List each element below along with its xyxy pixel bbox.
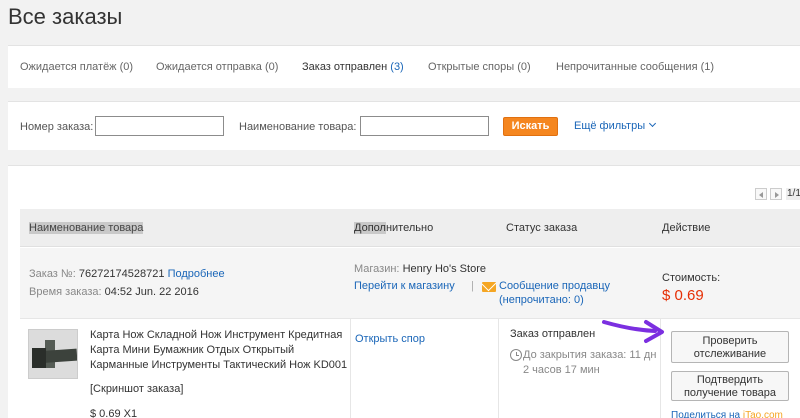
unread-suffix: ) (580, 294, 584, 306)
tab-count: (0) (119, 61, 134, 73)
orders-panel: 1/1 Наименование товара Дополнительно Ст… (8, 165, 800, 418)
unread-messages-count[interactable]: (непрочитано: 0) (499, 294, 584, 306)
product-name-input[interactable] (360, 116, 489, 136)
order-details-link[interactable]: Подробнее (168, 268, 225, 280)
open-dispute-link[interactable]: Открыть спор (355, 333, 425, 345)
table-header: Наименование товара Дополнительно Статус… (20, 209, 800, 247)
order-time-value: 04:52 Jun. 22 2016 (104, 286, 199, 298)
order-time: Время заказа: 04:52 Jun. 22 2016 (29, 286, 199, 298)
tab-count: (0) (264, 61, 279, 73)
order-number-input[interactable] (95, 116, 224, 136)
header-order-status: Статус заказа (506, 222, 578, 234)
product-name-label: Наименование товара: (239, 121, 357, 133)
order-number-label: Заказ №: (29, 268, 76, 280)
tab-shipped[interactable]: Заказ отправлен (3) (302, 61, 404, 73)
order-screenshot-link[interactable]: [Скриншот заказа] (90, 383, 183, 395)
track-shipment-button[interactable]: Проверить отслеживание (671, 331, 789, 363)
order-time-label: Время заказа: (29, 286, 102, 298)
mail-icon (482, 282, 496, 292)
tab-label: Ожидается платёж (20, 61, 117, 73)
store-info: Магазин: Henry Ho's Store (354, 263, 486, 275)
order-number-label: Номер заказа: (20, 121, 94, 133)
share-brand: iTao.com (742, 410, 783, 418)
header-additional-selected: Допол (354, 222, 386, 234)
page-title: Все заказы (8, 4, 123, 29)
more-filters-link[interactable]: Ещё фильтры (574, 119, 657, 132)
tab-label: Заказ отправлен (302, 61, 388, 73)
more-filters-label: Ещё фильтры (574, 120, 646, 132)
tab-label: Ожидается отправка (156, 61, 262, 73)
store-label: Магазин: (354, 263, 400, 275)
header-product-name: Наименование товара (29, 222, 144, 234)
tab-awaiting-shipment[interactable]: Ожидается отправка (0) (156, 61, 278, 73)
order-item-row: Карта Нож Складной Нож Инструмент Кредит… (20, 319, 800, 418)
tab-unread-messages[interactable]: Непрочитанные сообщения (1) (556, 61, 714, 73)
prev-page-icon[interactable] (755, 188, 767, 200)
page-indicator: 1/1 (786, 188, 800, 200)
share-link[interactable]: Поделиться на iTao.com (671, 410, 783, 418)
share-prefix: Поделиться на (671, 410, 743, 418)
confirm-receipt-button[interactable]: Подтвердить получение товара (671, 371, 789, 401)
order-number-value: 76272174528721 (78, 268, 165, 280)
tab-label: Открытые споры (428, 61, 515, 73)
go-to-store-link[interactable]: Перейти к магазину (354, 280, 455, 292)
tab-open-disputes[interactable]: Открытые споры (0) (428, 61, 531, 73)
message-seller-link[interactable]: Сообщение продавцу (499, 280, 610, 292)
order-cost: $ 0.69 (662, 287, 704, 304)
search-button[interactable]: Искать (503, 117, 558, 136)
store-name: Henry Ho's Store (402, 263, 486, 275)
tab-count: (1) (700, 61, 715, 73)
header-additional: Дополнительно (354, 222, 433, 234)
filter-panel: Номер заказа: Наименование товара: Искат… (8, 101, 800, 150)
order-status-tabs: Ожидается платёж (0) Ожидается отправка … (8, 45, 800, 88)
tab-count: (3) (390, 61, 404, 73)
order-status: Заказ отправлен (510, 328, 596, 340)
header-action: Действие (662, 222, 711, 234)
chevron-down-icon (649, 119, 657, 128)
tab-awaiting-payment[interactable]: Ожидается платёж (0) (20, 61, 133, 73)
cost-label: Стоимость: (662, 272, 721, 284)
clock-icon (510, 349, 522, 361)
closing-countdown: До закрытия заказа: 11 дн 2 часов 17 мин (523, 349, 657, 376)
unread-prefix: (непрочитано: (499, 294, 575, 306)
product-title-link[interactable]: Карта Нож Складной Нож Инструмент Кредит… (90, 328, 352, 373)
column-divider (498, 319, 499, 418)
item-price-quantity: $ 0.69 X1 (90, 408, 138, 418)
header-additional-rest: нительно (385, 222, 434, 234)
tab-label: Непрочитанные сообщения (556, 61, 698, 73)
order-number: Заказ №: 76272174528721 Подробнее (29, 268, 225, 280)
tab-count: (0) (517, 61, 531, 73)
link-separator: | (471, 280, 474, 292)
order-header: Заказ №: 76272174528721 Подробнее Время … (20, 248, 800, 319)
next-page-icon[interactable] (770, 188, 782, 200)
product-thumbnail[interactable] (28, 329, 78, 379)
